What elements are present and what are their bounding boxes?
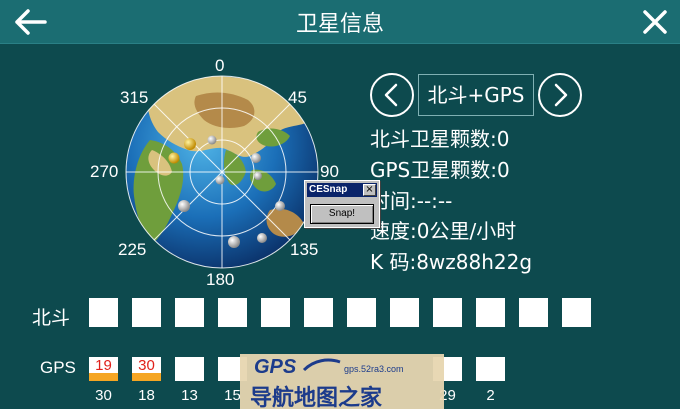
- satellite-dot: [207, 135, 217, 145]
- cesnap-close-icon[interactable]: ×: [363, 184, 376, 196]
- beidou-signal-slot: [89, 298, 118, 327]
- beidou-signal-slot: [132, 298, 161, 327]
- beidou-signal-slot: [218, 298, 247, 327]
- azimuth-label-ne: 45: [288, 88, 307, 107]
- chevron-right-icon: [554, 83, 568, 107]
- satellite-dot: [228, 236, 240, 248]
- gps-prn: 2: [486, 387, 495, 404]
- gps-prn: 30: [95, 387, 112, 404]
- mode-label: 北斗+GPS: [418, 74, 534, 116]
- beidou-signal-slot: [175, 298, 204, 327]
- gps-count: GPS卫星颗数:0: [370, 158, 510, 182]
- gps-signal-slot: 19: [89, 357, 118, 381]
- gps-signal-slot: [175, 357, 204, 381]
- satellite-dot: [178, 200, 190, 212]
- gps-snr-value: 19: [95, 357, 112, 374]
- beidou-signal-slot: [519, 298, 548, 327]
- azimuth-label-n: 0: [215, 56, 225, 75]
- gps-prn: 13: [181, 387, 198, 404]
- gps-row-label: GPS: [40, 358, 76, 377]
- beidou-signal-slot: [476, 298, 505, 327]
- swoosh-icon: [302, 358, 341, 372]
- globe-icon: [125, 75, 319, 269]
- beidou-signal-slot: [304, 298, 333, 327]
- azimuth-label-w: 270: [90, 162, 119, 181]
- beidou-signal-slot: [390, 298, 419, 327]
- azimuth-label-se: 135: [290, 240, 319, 259]
- azimuth-label-e: 90: [320, 162, 339, 181]
- satellite-dot: [257, 233, 267, 243]
- snap-button[interactable]: Snap!: [310, 204, 374, 224]
- beidou-count: 北斗卫星颗数:0: [370, 127, 510, 151]
- prev-mode-button[interactable]: [370, 73, 414, 117]
- azimuth-label-nw: 315: [120, 88, 149, 107]
- watermark-logo: GPS gps.52ra3.com 导航地图之家: [240, 354, 444, 409]
- beidou-signal-slot: [261, 298, 290, 327]
- watermark-text: 导航地图之家: [250, 386, 383, 409]
- next-mode-button[interactable]: [538, 73, 582, 117]
- signal-bar: [132, 373, 161, 381]
- beidou-signal-slot: [347, 298, 376, 327]
- gps-signal-slot: [476, 357, 505, 381]
- azimuth-label-s: 180: [206, 270, 235, 289]
- watermark-brand: GPS: [254, 356, 297, 378]
- gps-snr-value: 30: [138, 357, 155, 374]
- chevron-left-icon: [384, 83, 398, 107]
- satellite-dot: [251, 153, 261, 163]
- cesnap-window: CESnap × Snap!: [304, 180, 380, 228]
- satellite-dot: [184, 138, 196, 150]
- beidou-row-label: 北斗: [32, 307, 71, 329]
- satellite-dot: [254, 172, 262, 180]
- satellite-dot: [168, 152, 180, 164]
- speed-readout: 速度:0公里/小时: [370, 219, 517, 243]
- gps-prn: 18: [138, 387, 155, 404]
- azimuth-label-sw: 225: [118, 240, 147, 259]
- signal-bar: [89, 373, 118, 381]
- beidou-signal-slot: [562, 298, 591, 327]
- beidou-signal-slot: [433, 298, 462, 327]
- satellite-dot: [275, 201, 285, 211]
- satellite-dot: [215, 175, 225, 185]
- k-code: K 码:8wz88h22g: [370, 250, 533, 274]
- gps-signal-slot: 30: [132, 357, 161, 381]
- watermark-url: gps.52ra3.com: [344, 364, 404, 374]
- time-readout: 时间:--:--: [370, 189, 453, 213]
